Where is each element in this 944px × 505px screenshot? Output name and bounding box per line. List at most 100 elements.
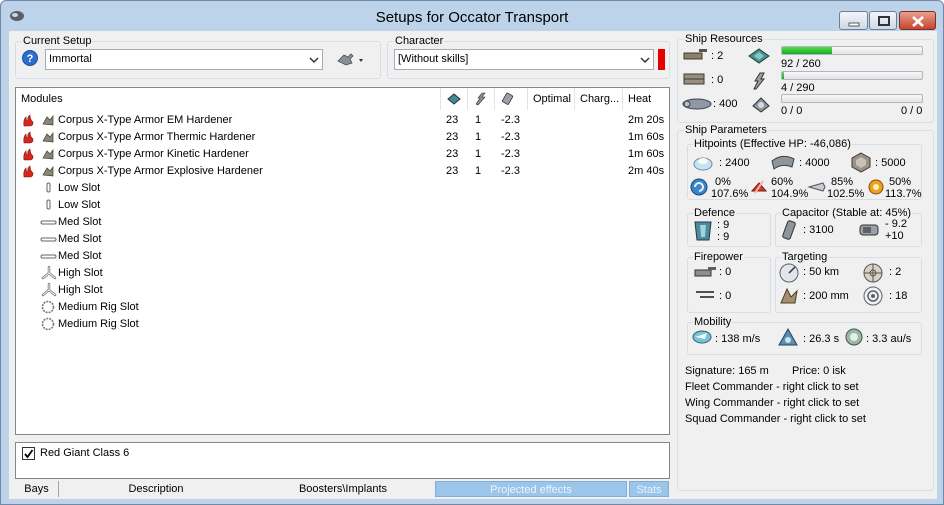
optimal-column-header[interactable]: Optimal [528, 88, 575, 110]
cpu-column-header[interactable] [441, 88, 468, 110]
setup-select[interactable]: Immortal [45, 49, 323, 70]
list-item[interactable]: Medium Rig Slot [16, 316, 668, 333]
turret-hardpoints-value: : 2 [711, 50, 724, 62]
price-text: Price: 0 isk [792, 365, 846, 377]
list-item[interactable]: Med Slot [16, 231, 668, 248]
armor-hardener-icon [42, 165, 54, 177]
kinetic-resist-armor: 102.5% [827, 188, 865, 200]
powergrid-column-header[interactable] [468, 88, 495, 110]
warp-speed-icon [845, 328, 863, 346]
table-row[interactable]: Corpus X-Type Armor Thermic Hardener 23 1 -… [16, 129, 668, 146]
powergrid-icon [475, 92, 486, 106]
setup-select-value: Immortal [49, 53, 92, 65]
cpu-value: 92 / 260 [781, 58, 821, 70]
calibration-used-value: 0 / 0 [781, 105, 803, 117]
armor-hardener-icon [42, 114, 54, 126]
table-row[interactable]: Corpus X-Type Armor Kinetic Hardener 23 1 -… [16, 146, 668, 163]
character-select-value: [Without skills] [398, 53, 469, 65]
list-item[interactable]: Low Slot [16, 180, 668, 197]
slot-name: Medium Rig Slot [58, 301, 139, 313]
calibration-total-value: 0 / 0 [901, 105, 923, 117]
list-item[interactable]: High Slot [16, 282, 668, 299]
signature-text: Signature: 165 m [685, 365, 769, 377]
slot-name: Medium Rig Slot [58, 318, 139, 330]
missile-dps-value: : 0 [719, 290, 732, 302]
modules-list[interactable]: Modules Optimal Charg... Heat Corpus X-T… [15, 87, 670, 435]
list-item[interactable]: Med Slot [16, 214, 668, 231]
sensor-strength-icon [863, 286, 883, 306]
help-icon[interactable]: ? [22, 50, 38, 66]
tab-boosters-implants[interactable]: Boosters\Implants [253, 481, 433, 497]
capacitor-column-header[interactable] [495, 88, 528, 110]
slot-name: High Slot [58, 284, 103, 296]
med-slot-icon [40, 237, 57, 242]
ship-parameters-label: Ship Parameters [684, 124, 768, 136]
overheat-icon[interactable] [22, 131, 34, 144]
current-setup-label: Current Setup [22, 35, 93, 47]
fleet-commander-text[interactable]: Fleet Commander - right click to set [685, 381, 859, 393]
maximize-icon [878, 16, 890, 26]
slot-name: Med Slot [58, 216, 102, 228]
rig-slot-icon [41, 300, 55, 314]
tab-bays[interactable]: Bays [15, 481, 59, 497]
tab-description[interactable]: Description [61, 481, 251, 497]
em-resist-icon [690, 178, 708, 196]
title-bar[interactable]: Setups for Occator Transport [1, 1, 943, 31]
armor-hp-value: : 4000 [799, 157, 830, 169]
armor-hardener-icon [42, 131, 54, 143]
table-row[interactable]: Corpus X-Type Armor Explosive Hardener 23… [16, 163, 668, 180]
heat-column-header[interactable]: Heat [623, 88, 669, 110]
projected-item-label: Red Giant Class 6 [40, 447, 130, 459]
list-item[interactable]: Low Slot [16, 197, 668, 214]
setup-menu-button[interactable] [333, 49, 371, 70]
explosive-resist-icon [868, 179, 884, 195]
window: Setups for Occator Transport Current Set… [0, 0, 944, 505]
projected-effects-panel[interactable]: Red Giant Class 6 [15, 442, 670, 479]
minimize-button[interactable] [839, 11, 868, 30]
charge-column-header[interactable]: Charg... [575, 88, 623, 110]
ship-resources-label: Ship Resources [684, 33, 764, 45]
slot-name: Med Slot [58, 233, 102, 245]
character-select[interactable]: [Without skills] [394, 49, 654, 70]
overheat-icon[interactable] [22, 114, 34, 127]
overheat-icon[interactable] [22, 148, 34, 161]
chevron-down-icon [640, 57, 650, 64]
scan-resolution-value: : 200 mm [803, 290, 849, 302]
shield-hp-icon [693, 157, 713, 171]
capacitor-icon [502, 92, 514, 105]
wing-commander-text[interactable]: Wing Commander - right click to set [685, 397, 859, 409]
module-capacitor: -2.3 [501, 114, 520, 126]
structure-hp-value: : 5000 [875, 157, 906, 169]
tab-projected-effects[interactable]: Projected effects [435, 481, 627, 497]
list-item[interactable]: Med Slot [16, 248, 668, 265]
overheat-icon[interactable] [22, 165, 34, 178]
thermal-resist-armor: 104.9% [771, 188, 809, 200]
kinetic-resist-icon [807, 182, 826, 192]
low-slot-icon [46, 182, 51, 193]
module-name: Corpus X-Type Armor Explosive Hardener [58, 165, 263, 177]
align-time-icon [778, 327, 798, 346]
capacitor-delta-top: - 9.2 [885, 218, 908, 230]
explosive-resist-armor: 113.7% [885, 188, 922, 200]
table-row[interactable]: Corpus X-Type Armor EM Hardener 23 1 -2.3 2m… [16, 112, 668, 129]
module-cpu: 23 [446, 148, 459, 160]
red-giant-checkbox[interactable] [22, 447, 35, 460]
squad-commander-text[interactable]: Squad Commander - right click to set [685, 413, 866, 425]
close-button[interactable] [899, 11, 936, 30]
modules-column-header[interactable]: Modules [16, 88, 441, 110]
list-item[interactable]: High Slot [16, 265, 668, 282]
calibration-bar [781, 94, 923, 103]
sensor-strength-value: : 18 [889, 290, 908, 302]
list-item[interactable]: Medium Rig Slot [16, 299, 668, 316]
turret-dps-value: : 0 [719, 266, 732, 278]
launcher-hardpoint-icon [683, 73, 705, 85]
close-icon [912, 16, 924, 27]
window-title: Setups for Occator Transport [375, 9, 569, 26]
module-powergrid: 1 [475, 165, 482, 177]
explosive-resist-text: 50% 113.7% [885, 176, 922, 200]
module-name: Corpus X-Type Armor Kinetic Hardener [58, 148, 249, 160]
targeting-range-icon [779, 263, 799, 283]
maximize-button[interactable] [869, 11, 897, 30]
missile-dps-icon [696, 291, 714, 298]
tab-stats[interactable]: Stats [629, 481, 669, 497]
